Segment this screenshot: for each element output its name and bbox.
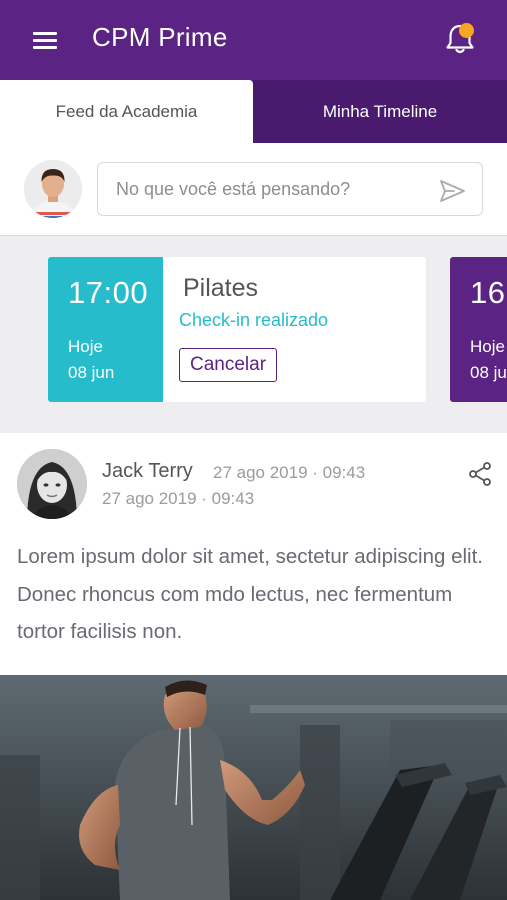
app-bar: CPM Prime [0, 0, 507, 80]
class-date: 08 jun [470, 363, 507, 382]
class-time-panel: 16: Hoje 08 jun [450, 257, 507, 402]
post-timestamp-repeat: 27 ago 2019 · 09:43 [102, 489, 255, 508]
class-date: 08 jun [68, 363, 115, 382]
post-author[interactable]: Jack Terry [102, 460, 193, 483]
class-time-panel: 17:00 Hoje 08 jun [48, 257, 163, 402]
tab-bar: Feed da Academia Minha Timeline [0, 80, 507, 143]
hamburger-menu-icon[interactable] [30, 27, 60, 53]
share-icon[interactable] [466, 460, 494, 488]
class-day: Hoje [470, 337, 505, 356]
post-photo [0, 675, 507, 900]
checkin-status: Check-in realizado [179, 310, 329, 330]
class-time: 17:00 [68, 275, 149, 310]
class-day: Hoje [68, 337, 103, 356]
post-timestamp: 27 ago 2019 · 09:43 [213, 463, 366, 482]
app-title: CPM Prime [92, 22, 228, 52]
tab-minha-timeline[interactable]: Minha Timeline [253, 80, 507, 143]
class-card[interactable]: 16: Hoje 08 jun [450, 257, 507, 402]
author-avatar[interactable] [17, 449, 87, 519]
tab-feed-academia[interactable]: Feed da Academia [0, 80, 253, 143]
class-card[interactable]: 17:00 Hoje 08 jun Pilates Check-in reali… [48, 257, 426, 402]
send-icon[interactable] [437, 176, 467, 206]
notification-badge [459, 23, 474, 38]
post-composer [0, 143, 507, 236]
user-avatar[interactable] [24, 160, 82, 218]
class-name: Pilates [183, 274, 259, 302]
post-input[interactable] [97, 162, 483, 216]
class-info: Pilates Check-in realizado Cancelar [163, 257, 426, 402]
post-body: Lorem ipsum dolor sit amet, sectetur adi… [17, 545, 484, 643]
feed-post: Jack Terry 27 ago 2019 · 09:43 27 ago 20… [0, 433, 507, 900]
cancel-button[interactable]: Cancelar [179, 348, 278, 382]
class-carousel: 17:00 Hoje 08 jun Pilates Check-in reali… [0, 237, 507, 420]
class-time: 16: [470, 275, 507, 310]
